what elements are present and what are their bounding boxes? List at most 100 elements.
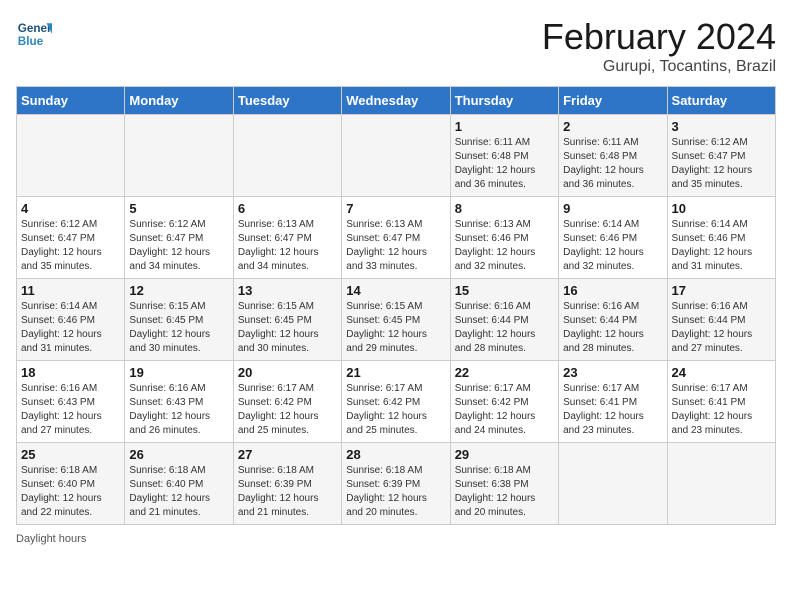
calendar-cell: 26 Sunrise: 6:18 AMSunset: 6:40 PMDayligh… bbox=[125, 443, 233, 525]
calendar-cell: 13 Sunrise: 6:15 AMSunset: 6:45 PMDayligh… bbox=[233, 279, 341, 361]
day-number: 28 bbox=[346, 447, 445, 462]
calendar-cell: 2 Sunrise: 6:11 AMSunset: 6:48 PMDaylight… bbox=[559, 115, 667, 197]
calendar-day-header: Saturday bbox=[667, 87, 775, 115]
day-number: 25 bbox=[21, 447, 120, 462]
calendar-day-header: Tuesday bbox=[233, 87, 341, 115]
svg-text:General: General bbox=[18, 22, 52, 35]
calendar-cell bbox=[125, 115, 233, 197]
calendar-cell: 25 Sunrise: 6:18 AMSunset: 6:40 PMDayligh… bbox=[17, 443, 125, 525]
day-info: Sunrise: 6:11 AMSunset: 6:48 PMDaylight:… bbox=[455, 136, 554, 192]
logo-icon: General Blue bbox=[16, 16, 52, 52]
day-number: 4 bbox=[21, 201, 120, 216]
day-number: 12 bbox=[129, 283, 228, 298]
day-number: 2 bbox=[563, 119, 662, 134]
svg-text:Blue: Blue bbox=[18, 35, 44, 48]
calendar-cell: 20 Sunrise: 6:17 AMSunset: 6:42 PMDayligh… bbox=[233, 361, 341, 443]
calendar-cell bbox=[342, 115, 450, 197]
day-number: 26 bbox=[129, 447, 228, 462]
calendar-cell: 9 Sunrise: 6:14 AMSunset: 6:46 PMDaylight… bbox=[559, 197, 667, 279]
title-block: February 2024 Gurupi, Tocantins, Brazil bbox=[542, 16, 776, 76]
day-info: Sunrise: 6:18 AMSunset: 6:39 PMDaylight:… bbox=[238, 464, 337, 520]
month-title: February 2024 bbox=[542, 16, 776, 58]
day-info: Sunrise: 6:16 AMSunset: 6:44 PMDaylight:… bbox=[672, 300, 771, 356]
calendar-day-header: Thursday bbox=[450, 87, 558, 115]
calendar-day-header: Friday bbox=[559, 87, 667, 115]
calendar-cell: 1 Sunrise: 6:11 AMSunset: 6:48 PMDaylight… bbox=[450, 115, 558, 197]
calendar-header-row: SundayMondayTuesdayWednesdayThursdayFrid… bbox=[17, 87, 776, 115]
calendar-cell: 22 Sunrise: 6:17 AMSunset: 6:42 PMDayligh… bbox=[450, 361, 558, 443]
day-info: Sunrise: 6:16 AMSunset: 6:44 PMDaylight:… bbox=[455, 300, 554, 356]
day-number: 27 bbox=[238, 447, 337, 462]
day-number: 22 bbox=[455, 365, 554, 380]
calendar-cell: 19 Sunrise: 6:16 AMSunset: 6:43 PMDayligh… bbox=[125, 361, 233, 443]
calendar-day-header: Monday bbox=[125, 87, 233, 115]
calendar-cell bbox=[559, 443, 667, 525]
day-info: Sunrise: 6:14 AMSunset: 6:46 PMDaylight:… bbox=[672, 218, 771, 274]
day-number: 8 bbox=[455, 201, 554, 216]
day-number: 18 bbox=[21, 365, 120, 380]
calendar-cell: 24 Sunrise: 6:17 AMSunset: 6:41 PMDayligh… bbox=[667, 361, 775, 443]
calendar-cell: 12 Sunrise: 6:15 AMSunset: 6:45 PMDayligh… bbox=[125, 279, 233, 361]
day-number: 11 bbox=[21, 283, 120, 298]
calendar-cell bbox=[17, 115, 125, 197]
day-info: Sunrise: 6:12 AMSunset: 6:47 PMDaylight:… bbox=[129, 218, 228, 274]
day-number: 7 bbox=[346, 201, 445, 216]
calendar-cell: 7Sunrise: 6:13 AMSunset: 6:47 PMDaylight… bbox=[342, 197, 450, 279]
calendar-week-row: 18 Sunrise: 6:16 AMSunset: 6:43 PMDayligh… bbox=[17, 361, 776, 443]
day-info: Sunrise: 6:15 AMSunset: 6:45 PMDaylight:… bbox=[129, 300, 228, 356]
calendar-cell: 17Sunrise: 6:16 AMSunset: 6:44 PMDayligh… bbox=[667, 279, 775, 361]
day-number: 16 bbox=[563, 283, 662, 298]
calendar-cell: 10 Sunrise: 6:14 AMSunset: 6:46 PMDayligh… bbox=[667, 197, 775, 279]
day-info: Sunrise: 6:16 AMSunset: 6:43 PMDaylight:… bbox=[21, 382, 120, 438]
logo: General Blue bbox=[16, 16, 52, 52]
day-number: 6 bbox=[238, 201, 337, 216]
day-number: 15 bbox=[455, 283, 554, 298]
day-info: Sunrise: 6:17 AMSunset: 6:42 PMDaylight:… bbox=[238, 382, 337, 438]
calendar-cell: 16Sunrise: 6:16 AMSunset: 6:44 PMDayligh… bbox=[559, 279, 667, 361]
day-number: 24 bbox=[672, 365, 771, 380]
day-number: 3 bbox=[672, 119, 771, 134]
day-number: 19 bbox=[129, 365, 228, 380]
calendar-week-row: 25 Sunrise: 6:18 AMSunset: 6:40 PMDayligh… bbox=[17, 443, 776, 525]
calendar-cell: 3Sunrise: 6:12 AMSunset: 6:47 PMDaylight… bbox=[667, 115, 775, 197]
day-number: 10 bbox=[672, 201, 771, 216]
calendar-cell: 23Sunrise: 6:17 AMSunset: 6:41 PMDayligh… bbox=[559, 361, 667, 443]
day-number: 14 bbox=[346, 283, 445, 298]
day-info: Sunrise: 6:12 AMSunset: 6:47 PMDaylight:… bbox=[21, 218, 120, 274]
calendar-week-row: 1 Sunrise: 6:11 AMSunset: 6:48 PMDaylight… bbox=[17, 115, 776, 197]
day-number: 21 bbox=[346, 365, 445, 380]
day-info: Sunrise: 6:15 AMSunset: 6:45 PMDaylight:… bbox=[238, 300, 337, 356]
day-number: 1 bbox=[455, 119, 554, 134]
calendar-week-row: 4 Sunrise: 6:12 AMSunset: 6:47 PMDaylight… bbox=[17, 197, 776, 279]
day-info: Sunrise: 6:17 AMSunset: 6:42 PMDaylight:… bbox=[346, 382, 445, 438]
calendar-cell: 14Sunrise: 6:15 AMSunset: 6:45 PMDayligh… bbox=[342, 279, 450, 361]
calendar-cell: 8Sunrise: 6:13 AMSunset: 6:46 PMDaylight… bbox=[450, 197, 558, 279]
calendar-week-row: 11Sunrise: 6:14 AMSunset: 6:46 PMDayligh… bbox=[17, 279, 776, 361]
day-number: 13 bbox=[238, 283, 337, 298]
day-number: 5 bbox=[129, 201, 228, 216]
calendar-table: SundayMondayTuesdayWednesdayThursdayFrid… bbox=[16, 86, 776, 525]
day-info: Sunrise: 6:16 AMSunset: 6:43 PMDaylight:… bbox=[129, 382, 228, 438]
calendar-cell: 28 Sunrise: 6:18 AMSunset: 6:39 PMDayligh… bbox=[342, 443, 450, 525]
calendar-cell: 29Sunrise: 6:18 AMSunset: 6:38 PMDayligh… bbox=[450, 443, 558, 525]
day-info: Sunrise: 6:14 AMSunset: 6:46 PMDaylight:… bbox=[563, 218, 662, 274]
day-info: Sunrise: 6:18 AMSunset: 6:40 PMDaylight:… bbox=[129, 464, 228, 520]
calendar-cell: 15 Sunrise: 6:16 AMSunset: 6:44 PMDayligh… bbox=[450, 279, 558, 361]
calendar-cell: 18 Sunrise: 6:16 AMSunset: 6:43 PMDayligh… bbox=[17, 361, 125, 443]
day-info: Sunrise: 6:11 AMSunset: 6:48 PMDaylight:… bbox=[563, 136, 662, 192]
day-info: Sunrise: 6:13 AMSunset: 6:47 PMDaylight:… bbox=[238, 218, 337, 274]
calendar-cell: 11Sunrise: 6:14 AMSunset: 6:46 PMDayligh… bbox=[17, 279, 125, 361]
day-info: Sunrise: 6:17 AMSunset: 6:41 PMDaylight:… bbox=[672, 382, 771, 438]
day-number: 20 bbox=[238, 365, 337, 380]
day-number: 9 bbox=[563, 201, 662, 216]
calendar-day-header: Sunday bbox=[17, 87, 125, 115]
calendar-cell: 21 Sunrise: 6:17 AMSunset: 6:42 PMDayligh… bbox=[342, 361, 450, 443]
day-info: Sunrise: 6:18 AMSunset: 6:38 PMDaylight:… bbox=[455, 464, 554, 520]
day-info: Sunrise: 6:18 AMSunset: 6:39 PMDaylight:… bbox=[346, 464, 445, 520]
calendar-cell: 6 Sunrise: 6:13 AMSunset: 6:47 PMDaylight… bbox=[233, 197, 341, 279]
day-info: Sunrise: 6:18 AMSunset: 6:40 PMDaylight:… bbox=[21, 464, 120, 520]
calendar-cell bbox=[667, 443, 775, 525]
day-info: Sunrise: 6:17 AMSunset: 6:42 PMDaylight:… bbox=[455, 382, 554, 438]
calendar-day-header: Wednesday bbox=[342, 87, 450, 115]
location-subtitle: Gurupi, Tocantins, Brazil bbox=[542, 58, 776, 76]
